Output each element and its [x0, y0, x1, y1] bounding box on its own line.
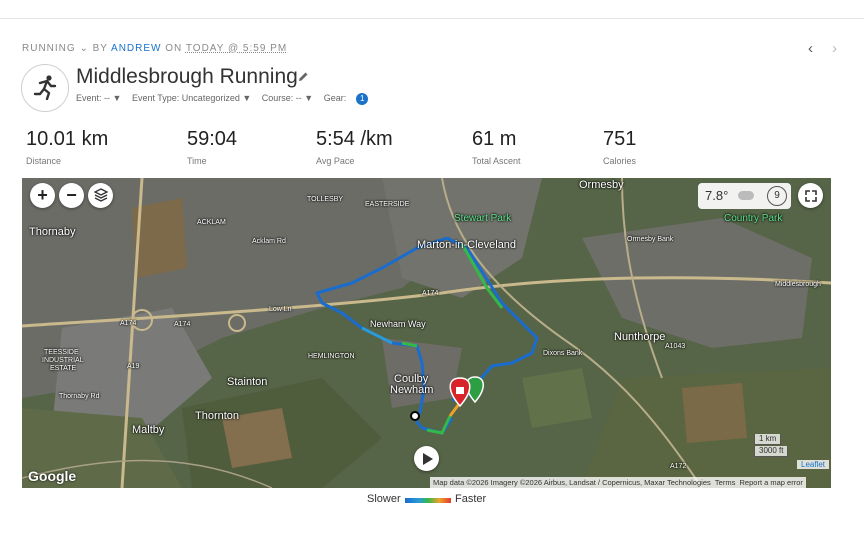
map-label: Middlesbrough — [775, 281, 821, 288]
map-label: A174 — [120, 320, 137, 327]
map-label: ACKLAM — [197, 219, 226, 226]
satellite-imagery — [22, 178, 831, 488]
page-title: Middlesbrough Running — [76, 65, 298, 88]
stat-value: 59:04 — [187, 128, 238, 150]
stat-value: 5:54 /km — [316, 128, 393, 150]
map-label: Thornaby — [29, 226, 76, 238]
map-label: Marton-in-Cleveland — [417, 239, 517, 251]
map-label: Thornaby Rd — [59, 393, 100, 400]
map-label: A19 — [127, 363, 140, 370]
activity-meta: RUNNING ⌄ BY ANDREW ON TODAY @ 5:59 PM — [22, 43, 288, 54]
map-label: A174 — [422, 290, 439, 297]
stat-distance: 10.01 km Distance — [26, 128, 108, 166]
weather-widget[interactable]: 7.8° 9 — [698, 183, 791, 209]
map-label: Country Park — [724, 213, 783, 224]
stat-label: Distance — [26, 156, 62, 166]
next-activity-icon[interactable]: › — [832, 40, 837, 57]
runner-icon — [21, 64, 69, 112]
map-label: A1043 — [665, 343, 686, 350]
map-attribution: Map data ©2026 Imagery ©2026 Airbus, Lan… — [430, 477, 806, 488]
scale-ft: 3000 ft — [754, 446, 789, 457]
author-link[interactable]: ANDREW — [111, 43, 161, 54]
report-map-error-link[interactable]: Report a map error — [740, 478, 803, 487]
map-label: TOLLESBY — [307, 196, 344, 203]
map-label: Thornton — [195, 410, 240, 422]
legend-slower: Slower — [367, 493, 401, 505]
map-label: Stainton — [227, 376, 268, 388]
map-label: Dixons Bank — [543, 350, 583, 357]
stat-value: 61 m — [472, 128, 517, 150]
stat-avg-pace: 5:54 /km Avg Pace — [316, 128, 393, 166]
activity-attributes: Event: -- ▼ Event Type: Uncategorized ▼ … — [76, 93, 384, 105]
leaflet-link[interactable]: Leaflet — [797, 460, 830, 469]
terms-link[interactable]: Terms — [715, 478, 735, 487]
activity-date[interactable]: TODAY @ 5:59 PM — [186, 43, 287, 54]
google-logo: Google — [28, 468, 77, 484]
map-label: A172 — [670, 463, 687, 470]
event-type-dropdown[interactable]: Event Type: Uncategorized ▼ — [132, 93, 251, 103]
stat-label: Total Ascent — [472, 156, 521, 166]
stat-value: 10.01 km — [26, 128, 109, 150]
map-label: Ormesby Bank — [627, 236, 674, 243]
map-label: ESTATE — [50, 365, 77, 372]
map-label: Low Ln — [269, 306, 292, 313]
route-map[interactable]: Ormesby TOLLESBY EASTERSIDE Stewart Park… — [22, 178, 831, 488]
gear-count-badge: 1 — [356, 93, 369, 105]
stat-label: Time — [187, 156, 207, 166]
map-label: Ormesby — [579, 179, 624, 191]
stat-label: Calories — [603, 156, 637, 166]
stat-calories: 751 Calories — [603, 128, 636, 166]
top-divider — [0, 18, 864, 19]
event-dropdown[interactable]: Event: -- ▼ — [76, 93, 121, 103]
fullscreen-icon[interactable] — [798, 183, 823, 208]
course-dropdown[interactable]: Course: -- ▼ — [262, 93, 313, 103]
stat-value: 751 — [603, 128, 637, 150]
map-label: HEMLINGTON — [308, 353, 355, 360]
play-replay-button[interactable] — [414, 446, 439, 471]
cloud-icon — [738, 191, 754, 200]
map-label: Acklam Rd — [252, 238, 286, 245]
map-label: INDUSTRIAL — [42, 357, 84, 364]
map-label: Maltby — [132, 424, 165, 436]
map-label: Stewart Park — [454, 213, 512, 224]
map-label: Newham Way — [370, 319, 426, 329]
wind-speed-icon: 9 — [767, 186, 787, 206]
edit-title-icon[interactable] — [297, 70, 309, 88]
map-label: A174 — [174, 321, 191, 328]
stat-time: 59:04 Time — [187, 128, 237, 166]
activity-type-dropdown[interactable]: RUNNING ⌄ — [22, 43, 89, 54]
layers-icon[interactable] — [88, 183, 113, 208]
weather-temperature: 7.8° — [705, 188, 729, 203]
map-label: EASTERSIDE — [365, 201, 410, 208]
stat-label: Avg Pace — [316, 156, 355, 166]
stat-total-ascent: 61 m Total Ascent — [472, 128, 521, 166]
map-label: Nunthorpe — [614, 331, 666, 343]
map-label: Newham — [390, 384, 434, 396]
legend-faster: Faster — [455, 493, 487, 505]
gear-selector[interactable]: Gear: 1 — [324, 93, 377, 105]
zoom-in-button[interactable]: + — [30, 183, 55, 208]
previous-activity-icon[interactable]: ‹ — [808, 40, 813, 57]
pace-gradient-bar — [405, 498, 451, 503]
map-label: TEESSIDE — [44, 349, 79, 356]
scale-km: 1 km — [754, 434, 782, 445]
zoom-out-button[interactable]: − — [59, 183, 84, 208]
